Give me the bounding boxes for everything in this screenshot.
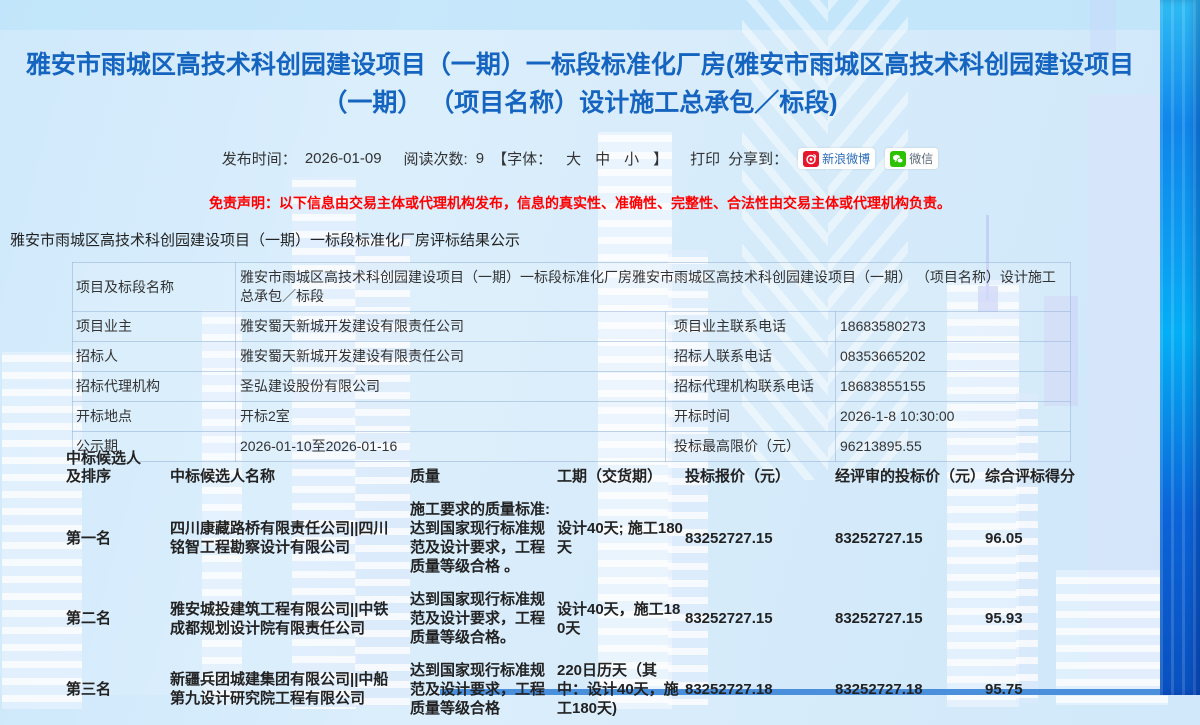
agency-phone-value: 18683855155: [836, 372, 1071, 402]
publish-time-value: 2026-01-09: [305, 150, 382, 167]
owner-label: 项目业主: [73, 312, 236, 342]
candidate-2-name: 雅安城投建筑工程有限公司||中铁成都规划设计院有限责任公司: [170, 584, 410, 653]
candidate-1-evaluated-price: 83252727.15: [835, 492, 985, 584]
project-name-label: 项目及标段名称: [73, 263, 236, 312]
print-link[interactable]: 打印: [690, 148, 720, 169]
tenderer-label: 招标人: [73, 342, 236, 372]
table-row: 项目及标段名称 雅安市雨城区高技术科创园建设项目（一期）一标段标准化厂房雅安市雨…: [73, 263, 1071, 312]
owner-phone-label: 项目业主联系电话: [666, 312, 836, 342]
candidate-1-name: 四川康藏路桥有限责任公司||四川铭智工程勘察设计有限公司: [170, 492, 410, 584]
right-blue-band: [1160, 0, 1200, 695]
candidate-row-3: 第三名 新疆兵团城建集团有限公司||中船第九设计研究院工程有限公司 达到国家现行…: [63, 653, 1089, 725]
candidate-1-bid-price: 83252727.15: [685, 492, 835, 584]
candidate-2-bid-price: 83252727.15: [685, 584, 835, 653]
rank-2: 第二名: [63, 584, 170, 653]
meta-row: 发布时间： 2026-01-09 阅读次数: 9 【字体： 大 中 小 】 打印…: [0, 148, 1160, 169]
tenderer-value: 雅安蜀天新城开发建设有限责任公司: [236, 342, 666, 372]
header-rank: 中标候选人及排序: [63, 450, 170, 492]
page-title: 雅安市雨城区高技术科创园建设项目（一期）一标段标准化厂房(雅安市雨城区高技术科创…: [18, 46, 1142, 122]
views-count: 9: [476, 150, 484, 167]
views-label: 阅读次数:: [404, 148, 468, 169]
opening-place-value: 开标2室: [236, 402, 666, 432]
rank-1: 第一名: [63, 492, 170, 584]
candidate-2-evaluated-price: 83252727.15: [835, 584, 985, 653]
project-name-value: 雅安市雨城区高技术科创园建设项目（一期）一标段标准化厂房雅安市雨城区高技术科创园…: [236, 263, 1071, 312]
header-name: 中标候选人名称: [170, 450, 410, 492]
candidate-3-name: 新疆兵团城建集团有限公司||中船第九设计研究院工程有限公司: [170, 653, 410, 725]
result-announcement-title: 雅安市雨城区高技术科创园建设项目（一期）一标段标准化厂房评标结果公示: [10, 229, 1160, 250]
candidate-row-1: 第一名 四川康藏路桥有限责任公司||四川铭智工程勘察设计有限公司 施工要求的质量…: [63, 492, 1089, 584]
table-row: 开标地点 开标2室 开标时间 2026-1-8 10:30:00: [73, 402, 1071, 432]
candidate-2-quality: 达到国家现行标准规范及设计要求，工程质量等级合格。: [410, 584, 557, 653]
font-size-small-link[interactable]: 小: [624, 148, 639, 169]
agency-phone-label: 招标代理机构联系电话: [666, 372, 836, 402]
share-weibo-label: 新浪微博: [822, 150, 870, 167]
font-size-close-bracket: 】: [653, 148, 668, 169]
header-evaluated-price: 经评审的投标价（元）: [835, 450, 985, 492]
font-size-open-bracket: 【字体：: [492, 148, 552, 169]
candidates-table: 中标候选人及排序 中标候选人名称 质量 工期（交货期） 投标报价（元） 经评审的…: [63, 450, 1089, 725]
agency-label: 招标代理机构: [73, 372, 236, 402]
candidate-2-score: 95.93: [985, 584, 1089, 653]
candidate-3-evaluated-price: 83252727.18: [835, 653, 985, 725]
candidate-1-duration: 设计40天; 施工180天: [557, 492, 685, 584]
agency-value: 圣弘建设股份有限公司: [236, 372, 666, 402]
owner-value: 雅安蜀天新城开发建设有限责任公司: [236, 312, 666, 342]
tenderer-phone-label: 招标人联系电话: [666, 342, 836, 372]
share-wechat-label: 微信: [909, 150, 933, 167]
opening-place-label: 开标地点: [73, 402, 236, 432]
wechat-icon: [890, 151, 906, 167]
opening-time-value: 2026-1-8 10:30:00: [836, 402, 1071, 432]
candidate-row-2: 第二名 雅安城投建筑工程有限公司||中铁成都规划设计院有限责任公司 达到国家现行…: [63, 584, 1089, 653]
opening-time-label: 开标时间: [666, 402, 836, 432]
candidate-3-quality: 达到国家现行标准规范及设计要求，工程质量等级合格: [410, 653, 557, 725]
font-size-large-link[interactable]: 大: [566, 148, 581, 169]
header-quality: 质量: [410, 450, 557, 492]
header-score: 综合评标得分: [985, 450, 1089, 492]
candidate-1-quality: 施工要求的质量标准:达到国家现行标准规范及设计要求，工程质量等级合格 。: [410, 492, 557, 584]
rank-3: 第三名: [63, 653, 170, 725]
header-duration: 工期（交货期）: [557, 450, 685, 492]
share-to-label: 分享到：: [728, 148, 788, 169]
tenderer-phone-value: 08353665202: [836, 342, 1071, 372]
disclaimer-text: 免责声明：以下信息由交易主体或代理机构发布，信息的真实性、准确性、完整性、合法性…: [0, 193, 1160, 213]
share-weibo-button[interactable]: 新浪微博: [798, 148, 875, 169]
weibo-icon: [803, 151, 819, 167]
candidate-3-bid-price: 83252727.18: [685, 653, 835, 725]
candidate-1-score: 96.05: [985, 492, 1089, 584]
project-details-table: 项目及标段名称 雅安市雨城区高技术科创园建设项目（一期）一标段标准化厂房雅安市雨…: [72, 262, 1071, 462]
candidate-3-duration: 220日历天（其中：设计40天，施工180天): [557, 653, 685, 725]
candidate-3-score: 95.75: [985, 653, 1089, 725]
header-bid-price: 投标报价（元）: [685, 450, 835, 492]
font-size-medium-link[interactable]: 中: [595, 148, 610, 169]
share-wechat-button[interactable]: 微信: [885, 148, 938, 169]
table-row: 项目业主 雅安蜀天新城开发建设有限责任公司 项目业主联系电话 186835802…: [73, 312, 1071, 342]
table-row: 招标代理机构 圣弘建设股份有限公司 招标代理机构联系电话 18683855155: [73, 372, 1071, 402]
publish-time-label: 发布时间：: [222, 148, 297, 169]
candidate-2-duration: 设计40天，施工180天: [557, 584, 685, 653]
table-row: 招标人 雅安蜀天新城开发建设有限责任公司 招标人联系电话 08353665202: [73, 342, 1071, 372]
candidates-header-row: 中标候选人及排序 中标候选人名称 质量 工期（交货期） 投标报价（元） 经评审的…: [63, 450, 1089, 492]
owner-phone-value: 18683580273: [836, 312, 1071, 342]
